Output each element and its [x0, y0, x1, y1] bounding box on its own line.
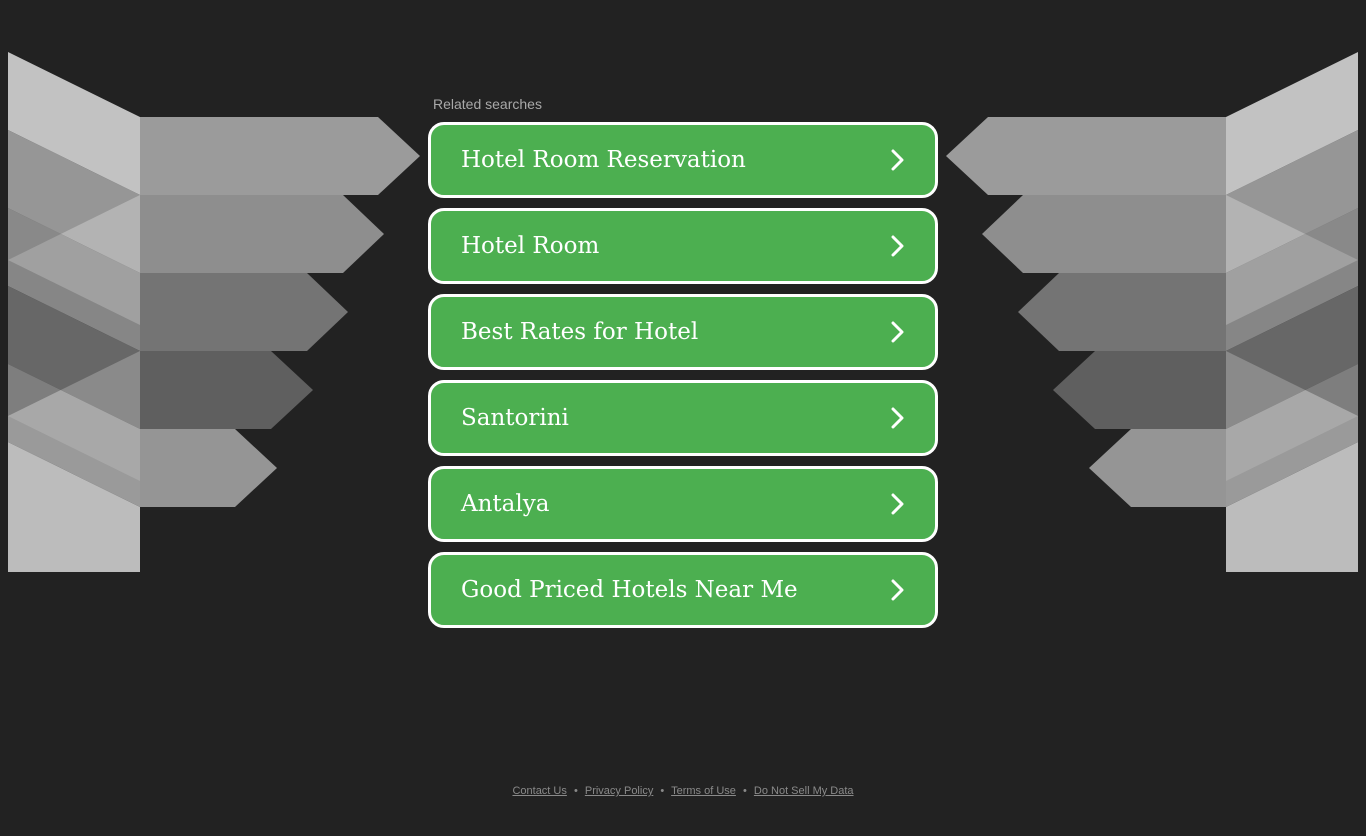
related-search-link[interactable]: Antalya [428, 466, 938, 542]
related-search-label: Antalya [461, 491, 550, 517]
related-search-label: Good Priced Hotels Near Me [461, 577, 798, 603]
terms-of-use-link[interactable]: Terms of Use [671, 785, 736, 797]
chevron-right-icon [891, 579, 904, 601]
related-search-link[interactable]: Hotel Room Reservation [428, 122, 938, 198]
related-search-link[interactable]: Hotel Room [428, 208, 938, 284]
privacy-policy-link[interactable]: Privacy Policy [585, 785, 653, 797]
related-search-label: Hotel Room Reservation [461, 147, 746, 173]
footer-separator: • [573, 785, 578, 797]
page: Related searches Hotel Room Reservation … [0, 0, 1366, 836]
related-searches-list: Hotel Room Reservation Hotel Room Best R… [428, 122, 938, 638]
footer-separator: • [660, 785, 665, 797]
related-search-link[interactable]: Santorini [428, 380, 938, 456]
chevron-right-icon [891, 235, 904, 257]
footer-separator: • [742, 785, 747, 797]
related-search-link[interactable]: Good Priced Hotels Near Me [428, 552, 938, 628]
left-arrow-cluster [8, 52, 420, 572]
right-arrow-cluster [946, 52, 1358, 572]
footer: Contact Us • Privacy Policy • Terms of U… [0, 784, 1366, 798]
related-search-label: Santorini [461, 405, 569, 431]
related-searches-heading: Related searches [433, 96, 542, 112]
chevron-right-icon [891, 493, 904, 515]
chevron-right-icon [891, 149, 904, 171]
do-not-sell-link[interactable]: Do Not Sell My Data [754, 785, 854, 797]
chevron-right-icon [891, 321, 904, 343]
related-search-label: Best Rates for Hotel [461, 319, 699, 345]
related-search-label: Hotel Room [461, 233, 600, 259]
contact-us-link[interactable]: Contact Us [512, 785, 566, 797]
related-search-link[interactable]: Best Rates for Hotel [428, 294, 938, 370]
chevron-right-icon [891, 407, 904, 429]
